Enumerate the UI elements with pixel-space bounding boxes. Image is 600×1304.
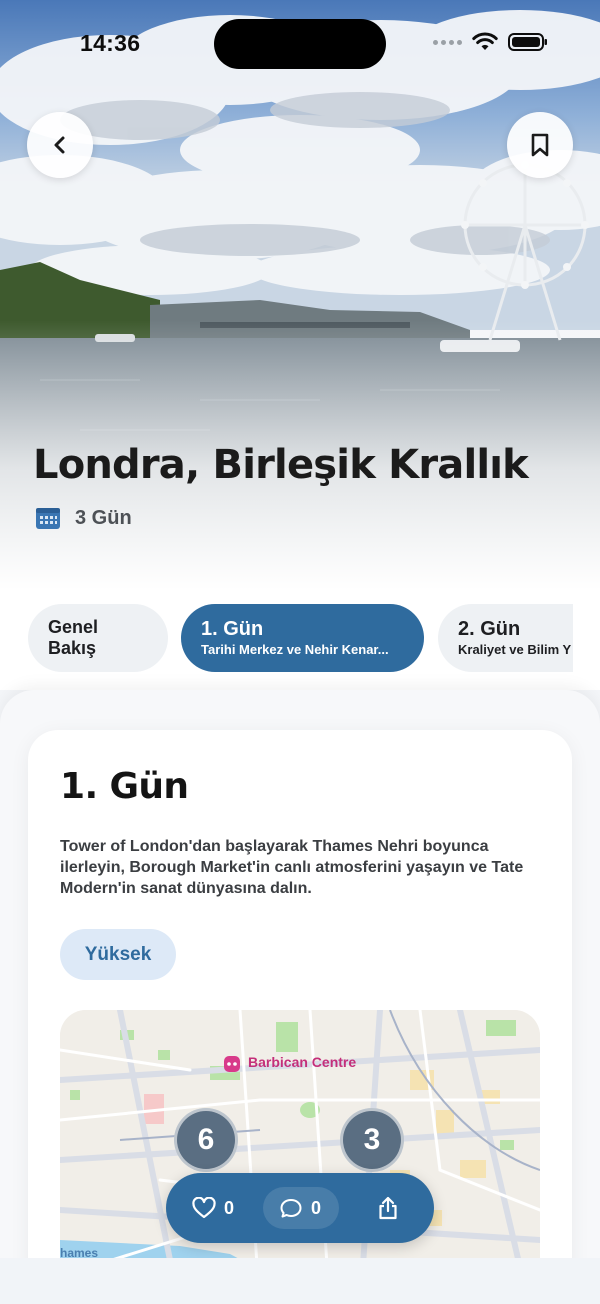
tab-overview[interactable]: Genel Bakış xyxy=(28,604,168,672)
comment-icon xyxy=(280,1199,302,1218)
tab-overview-label: Genel Bakış xyxy=(48,617,99,658)
comment-button[interactable]: 0 xyxy=(263,1187,339,1229)
battery-icon xyxy=(508,33,547,51)
trip-duration: 3 Gün xyxy=(35,506,132,530)
intensity-badge: Yüksek xyxy=(60,929,176,980)
hero-header: 14:36 Londra, Birleşik Krallık 3 Gün xyxy=(0,0,600,590)
destination-title: Londra, Birleşik Krallık xyxy=(33,442,529,488)
day-description: Tower of London'dan başlayarak Thames Ne… xyxy=(60,838,524,897)
engagement-bar: 0 0 xyxy=(166,1173,434,1243)
like-count: 0 xyxy=(224,1197,235,1218)
day-title: 1. Gün xyxy=(60,766,189,807)
map-marker-count: 6 xyxy=(197,1123,215,1156)
map-marker-count: 3 xyxy=(363,1123,381,1156)
share-icon xyxy=(379,1196,397,1220)
duration-label: 3 Gün xyxy=(75,506,132,529)
like-button[interactable]: 0 xyxy=(192,1187,234,1229)
status-bar: 14:36 xyxy=(0,0,600,90)
status-time: 14:36 xyxy=(80,30,141,56)
tabs-edge xyxy=(573,590,600,690)
dynamic-island xyxy=(214,19,386,69)
back-button[interactable] xyxy=(27,112,93,178)
day-tabs: Genel Bakış 1. Gün Tarihi Merkez ve Nehi… xyxy=(0,590,600,690)
trip-detail-screen: 14:36 Londra, Birleşik Krallık 3 Gün Gen… xyxy=(0,0,600,1304)
tab-day-1[interactable]: 1. Gün Tarihi Merkez ve Nehir Kenar... xyxy=(181,604,424,672)
map-marker[interactable]: 3 xyxy=(340,1108,404,1172)
map-marker[interactable]: 6 xyxy=(174,1108,238,1172)
bottom-safe-area xyxy=(0,1258,600,1304)
tab-day-1-title: 1. Gün xyxy=(201,618,264,640)
map-poi-label: Barbican Centre xyxy=(248,1054,357,1070)
intensity-badge-label: Yüksek xyxy=(84,943,152,965)
back-icon xyxy=(54,136,65,154)
bookmark-button[interactable] xyxy=(507,112,573,178)
calendar-icon xyxy=(36,508,60,529)
bookmark-icon xyxy=(531,133,549,157)
cellular-signal-icon xyxy=(433,39,462,45)
share-button[interactable] xyxy=(376,1187,400,1229)
heart-icon xyxy=(192,1197,216,1219)
wifi-icon xyxy=(472,32,498,50)
status-icons xyxy=(433,32,548,52)
comment-count: 0 xyxy=(311,1197,322,1218)
tab-day-1-subtitle: Tarihi Merkez ve Nehir Kenar... xyxy=(201,642,389,657)
